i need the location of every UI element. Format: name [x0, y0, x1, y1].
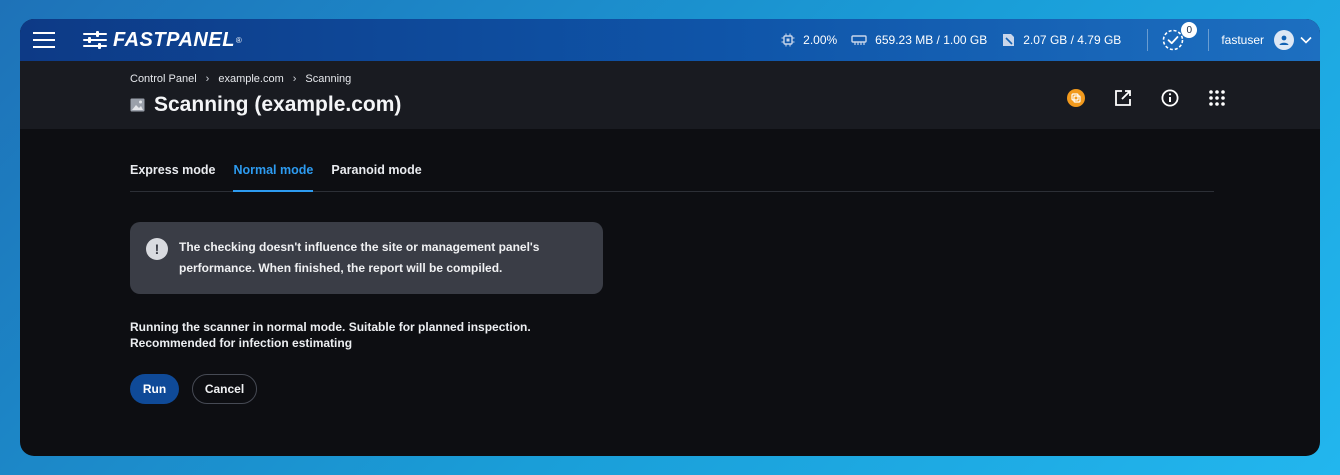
page-header: Control Panel › example.com › Scanning S…: [20, 61, 1320, 129]
action-buttons: Run Cancel: [130, 374, 1214, 404]
description-line: Running the scanner in normal mode. Suit…: [130, 320, 531, 334]
cpu-icon: [781, 33, 795, 47]
disk-icon: [1003, 34, 1015, 46]
title-row: Scanning (example.com): [130, 93, 401, 117]
tab-normal-mode[interactable]: Normal mode: [233, 163, 313, 192]
header-actions: [1040, 87, 1228, 109]
notice-line: performance. When finished, the report w…: [179, 261, 503, 275]
run-button[interactable]: Run: [130, 374, 179, 404]
breadcrumb-domain[interactable]: example.com: [218, 73, 283, 85]
logo-text: FASTPANEL: [113, 28, 235, 51]
open-site-button[interactable]: [1112, 87, 1134, 109]
breadcrumb-control-panel[interactable]: Control Panel: [130, 73, 197, 85]
ram-icon: [851, 35, 867, 45]
cancel-button[interactable]: Cancel: [192, 374, 257, 404]
user-icon: [1279, 35, 1289, 45]
tasks-badge: 0: [1181, 22, 1198, 38]
avatar: [1274, 30, 1294, 50]
coin-icon: [1067, 89, 1085, 107]
logo-mark-icon: [83, 31, 107, 49]
menu-button[interactable]: [22, 19, 66, 61]
hamburger-icon: [33, 39, 55, 41]
cpu-stat[interactable]: 2.00%: [781, 33, 837, 47]
mode-tabs: Express mode Normal mode Paranoid mode: [130, 129, 1214, 192]
divider: [1208, 29, 1210, 51]
breadcrumb-separator: ›: [205, 73, 210, 85]
system-stats: 2.00% 659.23 MB / 1.00 GB 2.07 GB / 4.79…: [781, 19, 1320, 61]
tab-express-mode[interactable]: Express mode: [130, 163, 215, 191]
divider: [1147, 29, 1149, 51]
chevron-down-icon: [1300, 36, 1312, 44]
breadcrumb-current: Scanning: [305, 73, 352, 85]
page-title: Scanning (example.com): [154, 93, 402, 116]
info-button[interactable]: [1159, 87, 1181, 109]
user-menu[interactable]: fastuser: [1221, 30, 1312, 50]
exclamation-icon: !: [146, 238, 168, 260]
disk-stat[interactable]: 2.07 GB / 4.79 GB: [1001, 33, 1121, 47]
top-bar: FASTPANEL ® 2.00% 659.23 MB / 1.00 GB 2.…: [20, 19, 1320, 61]
grid-icon: [1209, 90, 1225, 106]
breadcrumb: Control Panel › example.com › Scanning: [130, 73, 351, 85]
notice-line: The checking doesn't influence the site …: [179, 240, 540, 254]
description-line: Recommended for infection estimating: [130, 336, 353, 350]
cpu-value: 2.00%: [803, 33, 838, 47]
image-icon: [130, 98, 145, 112]
ram-value: 659.23 MB / 1.00 GB: [875, 33, 988, 47]
apps-grid-button[interactable]: [1206, 87, 1228, 109]
logo-registered: ®: [235, 35, 242, 45]
tasks-button[interactable]: 0: [1160, 22, 1198, 53]
disk-value: 2.07 GB / 4.79 GB: [1023, 33, 1122, 47]
tab-paranoid-mode[interactable]: Paranoid mode: [331, 163, 421, 191]
app-window: FASTPANEL ® 2.00% 659.23 MB / 1.00 GB 2.…: [20, 19, 1320, 456]
breadcrumb-separator: ›: [292, 73, 297, 85]
main-content: Express mode Normal mode Paranoid mode !…: [130, 129, 1214, 404]
info-icon: [1161, 89, 1179, 107]
mode-description: Running the scanner in normal mode. Suit…: [130, 319, 1214, 351]
notice-text: The checking doesn't influence the site …: [179, 237, 539, 279]
info-notice: ! The checking doesn't influence the sit…: [130, 222, 603, 294]
username: fastuser: [1221, 33, 1264, 47]
promo-button[interactable]: [1065, 87, 1087, 109]
external-link-icon: [1115, 90, 1131, 106]
ram-stat[interactable]: 659.23 MB / 1.00 GB: [851, 33, 987, 47]
logo[interactable]: FASTPANEL ®: [82, 29, 242, 52]
